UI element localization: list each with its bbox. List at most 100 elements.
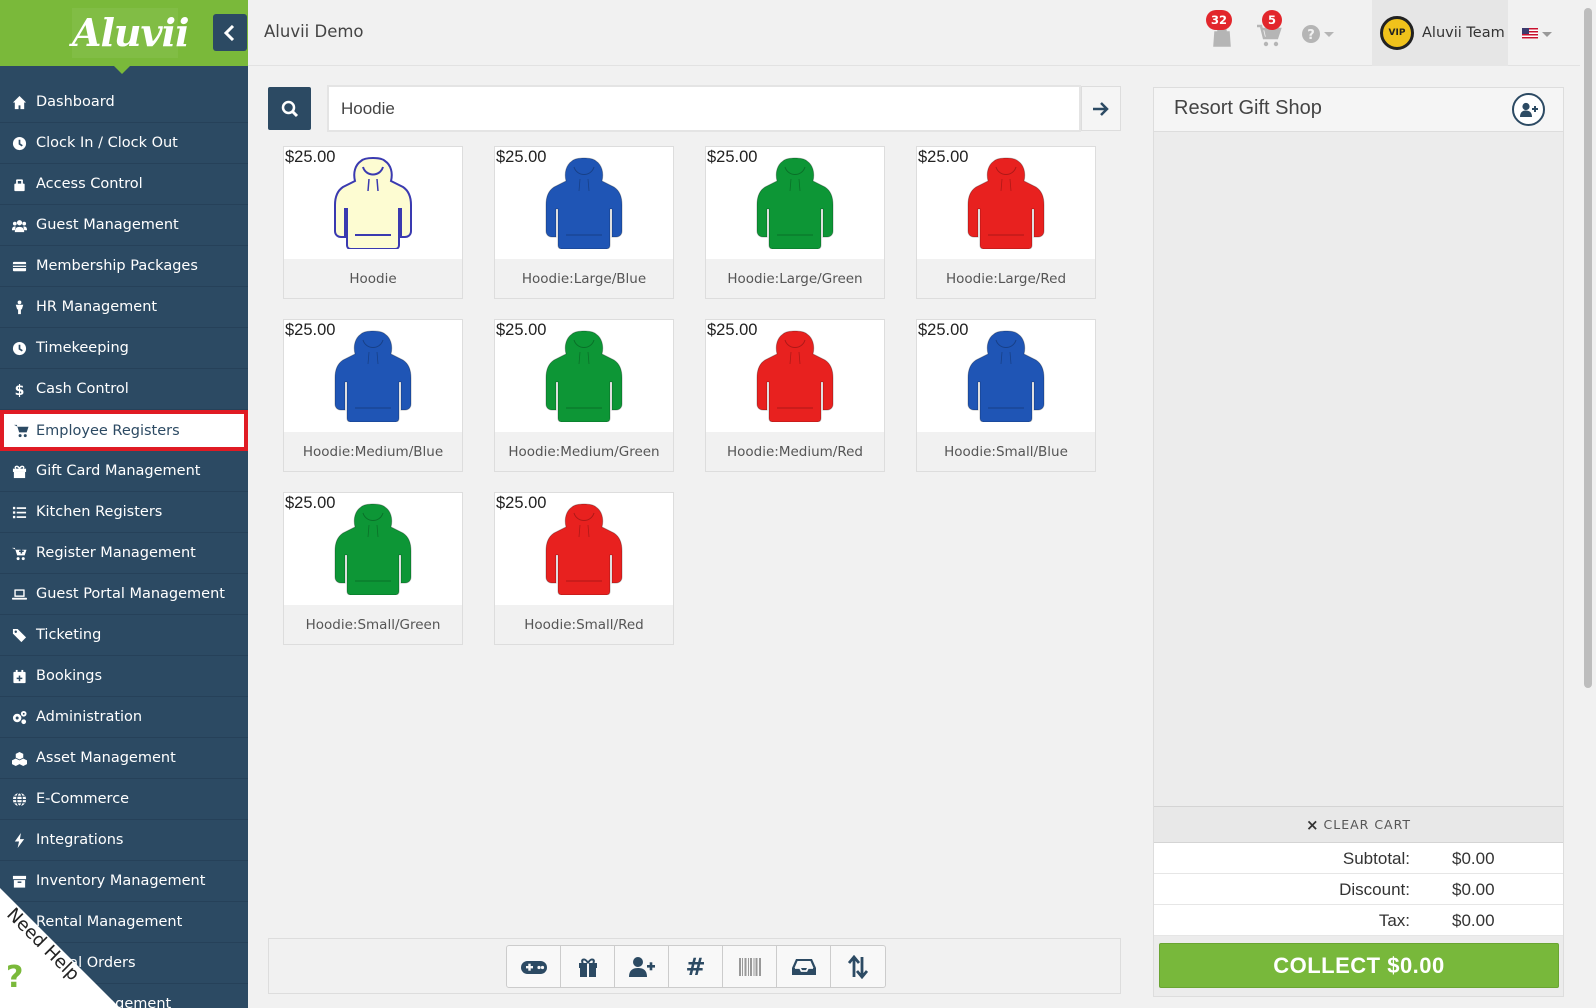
sidebar-item-gift-card-management[interactable]: Gift Card Management	[0, 451, 248, 492]
sidebar-item-asset-management[interactable]: Asset Management	[0, 738, 248, 779]
product-price: $25.00	[496, 148, 547, 166]
quantity-button[interactable]: #	[669, 946, 723, 987]
aluvii-logo[interactable]: Aluvii	[72, 8, 190, 58]
help-question-icon: ?	[6, 960, 24, 995]
home-icon	[12, 95, 26, 109]
hoodie-image	[334, 503, 412, 595]
sidebar-item-kitchen-registers[interactable]: Kitchen Registers	[0, 492, 248, 533]
games-button[interactable]	[507, 946, 561, 987]
sidebar-item-cash-control[interactable]: $ Cash Control	[0, 369, 248, 410]
sidebar-item-label: Employee Registers	[36, 422, 180, 439]
sidebar-item-bookings[interactable]: Bookings	[0, 656, 248, 697]
user-name: Aluvii Team	[1422, 25, 1505, 41]
user-menu[interactable]: VIP Aluvii Team	[1372, 0, 1508, 66]
product-card[interactable]: $25.00 Hoodie:Small/Blue	[916, 319, 1096, 472]
sort-button[interactable]	[831, 946, 885, 987]
sidebar-item-e-commerce[interactable]: E-Commerce	[0, 779, 248, 820]
clear-cart-button[interactable]: × CLEAR CART	[1154, 806, 1563, 843]
sidebar-item-label: Kitchen Registers	[36, 504, 163, 520]
sidebar-item-membership-packages[interactable]: Membership Packages	[0, 246, 248, 287]
product-name: Hoodie:Large/Green	[727, 271, 863, 287]
sidebar-item-integrations[interactable]: Integrations	[0, 820, 248, 861]
close-icon: ×	[1305, 815, 1320, 834]
sidebar-item-dashboard[interactable]: Dashboard	[0, 82, 248, 123]
sidebar-collapse-button[interactable]	[213, 14, 247, 51]
logo-area: Aluvii	[0, 0, 248, 66]
sidebar-item-label: Integrations	[36, 832, 124, 848]
bag-button[interactable]: 32	[1206, 10, 1234, 52]
sidebar-item-access-control[interactable]: Access Control	[0, 164, 248, 205]
product-price: $25.00	[496, 321, 547, 339]
language-caret-icon[interactable]	[1542, 32, 1552, 37]
sidebar-item-label: Register Management	[36, 545, 196, 561]
subtotal-row: Subtotal: $0.00	[1154, 843, 1563, 874]
hoodie-image	[334, 157, 412, 249]
product-name: Hoodie:Medium/Blue	[302, 444, 444, 460]
add-guest-button[interactable]	[615, 946, 669, 987]
sidebar-item-label: Guest Portal Management	[36, 586, 225, 602]
laptop-icon	[11, 588, 27, 600]
product-card[interactable]: $25.00 Hoodie:Small/Red	[494, 492, 674, 645]
subtotal-label: Subtotal:	[1342, 849, 1410, 868]
product-card[interactable]: $25.00 Hoodie	[283, 146, 463, 299]
add-customer-button[interactable]	[1512, 93, 1545, 126]
sidebar-item-guest-management[interactable]: Guest Management	[0, 205, 248, 246]
hoodie-image	[545, 503, 623, 595]
product-search-input[interactable]	[327, 85, 1081, 132]
sidebar-item-employee-registers[interactable]: Employee Registers	[0, 410, 248, 451]
drawer-button[interactable]	[777, 946, 831, 987]
card-icon	[12, 261, 26, 271]
gift-card-button[interactable]	[561, 946, 615, 987]
product-card[interactable]: $25.00 Hoodie:Medium/Red	[705, 319, 885, 472]
product-name: Hoodie:Small/Blue	[944, 444, 1068, 460]
sidebar: Aluvii Dashboard Clock In / Clock Out Acce…	[0, 0, 248, 1008]
sidebar-item-register-management[interactable]: Register Management	[0, 533, 248, 574]
cart-button[interactable]: 5	[1256, 10, 1282, 52]
barcode-scan-button[interactable]	[723, 946, 777, 987]
bag-badge: 32	[1206, 10, 1233, 30]
user-plus-icon	[1519, 102, 1538, 117]
product-price: $25.00	[285, 321, 336, 339]
sidebar-item-label: Timekeeping	[36, 340, 129, 356]
globe-icon	[12, 791, 26, 807]
product-card[interactable]: $25.00 Hoodie:Small/Green	[283, 492, 463, 645]
lock-icon	[13, 178, 25, 191]
search-button[interactable]	[268, 87, 311, 130]
hoodie-image	[545, 330, 623, 422]
discount-row: Discount: $0.00	[1154, 874, 1563, 905]
product-card[interactable]: $25.00 Hoodie:Medium/Blue	[283, 319, 463, 472]
cart-badge: 5	[1262, 10, 1282, 30]
product-name: Hoodie:Small/Red	[524, 617, 644, 633]
register-title: Resort Gift Shop	[1174, 97, 1322, 119]
help-menu-button[interactable]: ?	[1302, 24, 1336, 48]
search-icon	[281, 100, 298, 117]
sidebar-item-timekeeping[interactable]: Timekeeping	[0, 328, 248, 369]
sidebar-item-guest-portal-management[interactable]: Guest Portal Management	[0, 574, 248, 615]
collect-payment-button[interactable]: COLLECT $0.00	[1159, 943, 1559, 988]
hoodie-image	[967, 157, 1045, 249]
page-scrollbar[interactable]	[1580, 0, 1596, 1008]
sidebar-item-administration[interactable]: Administration	[0, 697, 248, 738]
product-card[interactable]: $25.00 Hoodie:Large/Red	[916, 146, 1096, 299]
product-price: $25.00	[918, 321, 969, 339]
product-card[interactable]: $25.00 Hoodie:Large/Green	[705, 146, 885, 299]
scrollbar-thumb[interactable]	[1584, 8, 1592, 688]
product-card[interactable]: $25.00 Hoodie:Medium/Green	[494, 319, 674, 472]
bolt-icon	[14, 832, 24, 848]
product-name: Hoodie:Medium/Red	[726, 444, 864, 460]
sidebar-item-hr-management[interactable]: HR Management	[0, 287, 248, 328]
need-help-button[interactable]: Need Help ?	[0, 888, 120, 1008]
cart-panel: Resort Gift Shop × CLEAR CART Subtotal: …	[1153, 87, 1564, 997]
product-card[interactable]: $25.00 Hoodie:Large/Blue	[494, 146, 674, 299]
sidebar-item-label: Bookings	[36, 668, 103, 684]
us-flag-icon[interactable]	[1522, 28, 1538, 39]
search-submit-button[interactable]	[1081, 86, 1121, 131]
product-name: Hoodie:Large/Red	[945, 271, 1067, 287]
barcode-icon	[738, 957, 761, 976]
sidebar-item-clock-in-clock-out[interactable]: Clock In / Clock Out	[0, 123, 248, 164]
inbox-icon	[791, 958, 816, 975]
sidebar-item-ticketing[interactable]: Ticketing	[0, 615, 248, 656]
gears-icon	[12, 710, 27, 724]
sidebar-item-label: Gift Card Management	[36, 463, 201, 479]
ticket-icon	[12, 628, 26, 642]
